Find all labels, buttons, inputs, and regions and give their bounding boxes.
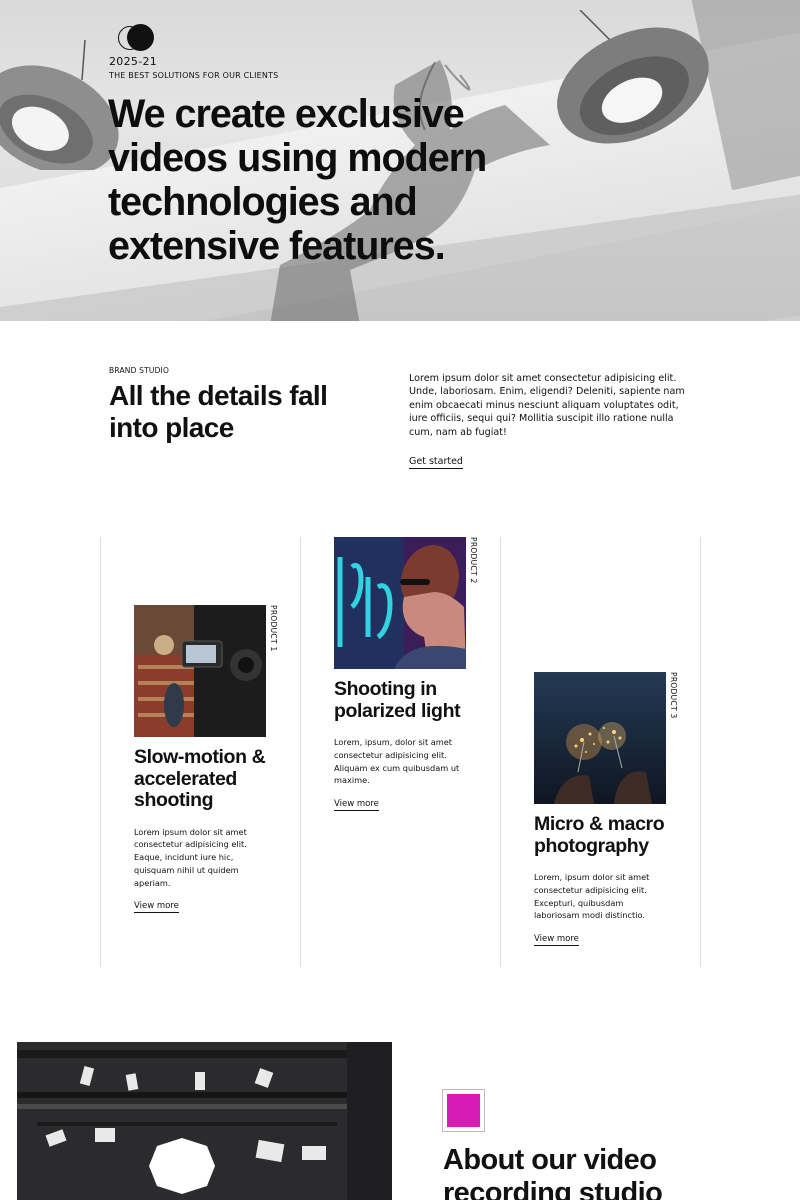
- about-accent-square: [442, 1089, 485, 1132]
- product-2-label: PRODUCT 2: [469, 537, 478, 584]
- about-title: About our video recording studio: [443, 1144, 663, 1200]
- product-3-image[interactable]: [534, 672, 666, 804]
- neon-portrait-photo: [334, 537, 466, 669]
- get-started-link[interactable]: Get started: [409, 456, 463, 469]
- accent-swatch: [447, 1094, 480, 1127]
- brand-logo-icon[interactable]: [118, 24, 154, 52]
- product-2-view-more-link[interactable]: View more: [334, 799, 379, 812]
- product-2-title: Shooting in polarized light: [334, 678, 461, 722]
- product-card-2: PRODUCT 2 Shooting in polarized light Lo…: [334, 537, 504, 812]
- hero-year: 2025-21: [109, 55, 158, 68]
- column-divider: [100, 537, 101, 967]
- hero-section: 2025-21 THE BEST SOLUTIONS FOR OUR CLIEN…: [0, 0, 800, 321]
- product-1-image[interactable]: [134, 605, 266, 737]
- product-1-view-more-link[interactable]: View more: [134, 901, 179, 914]
- hero-title: We create exclusive videos using modern …: [108, 92, 487, 268]
- sparklers-photo: [534, 672, 666, 804]
- product-card-1: PRODUCT 1 Slow-motion & accelerated shoo…: [134, 605, 304, 914]
- product-card-3: PRODUCT 3 Micro & macro photography Lore…: [534, 672, 704, 947]
- product-3-label: PRODUCT 3: [669, 672, 678, 719]
- intro-eyebrow: BRAND STUDIO: [109, 366, 170, 375]
- product-3-text: Lorem, ipsum dolor sit amet consectetur …: [534, 872, 650, 921]
- camera-library-photo: [134, 605, 266, 737]
- product-2-image[interactable]: [334, 537, 466, 669]
- product-2-text: Lorem, ipsum, dolor sit amet consectetur…: [334, 737, 460, 786]
- studio-lighting-image: [17, 1042, 392, 1200]
- product-1-title: Slow-motion & accelerated shooting: [134, 746, 266, 811]
- hero-tagline: THE BEST SOLUTIONS FOR OUR CLIENTS: [109, 71, 279, 80]
- product-1-text: Lorem ipsum dolor sit amet consectetur a…: [134, 826, 247, 888]
- intro-title: All the details fall into place: [109, 380, 328, 443]
- product-3-view-more-link[interactable]: View more: [534, 934, 579, 947]
- intro-text: Lorem ipsum dolor sit amet consectetur a…: [409, 373, 685, 438]
- product-1-label: PRODUCT 1: [269, 605, 278, 652]
- studio-lighting-rig-photo: [17, 1042, 392, 1200]
- product-3-title: Micro & macro photography: [534, 813, 665, 857]
